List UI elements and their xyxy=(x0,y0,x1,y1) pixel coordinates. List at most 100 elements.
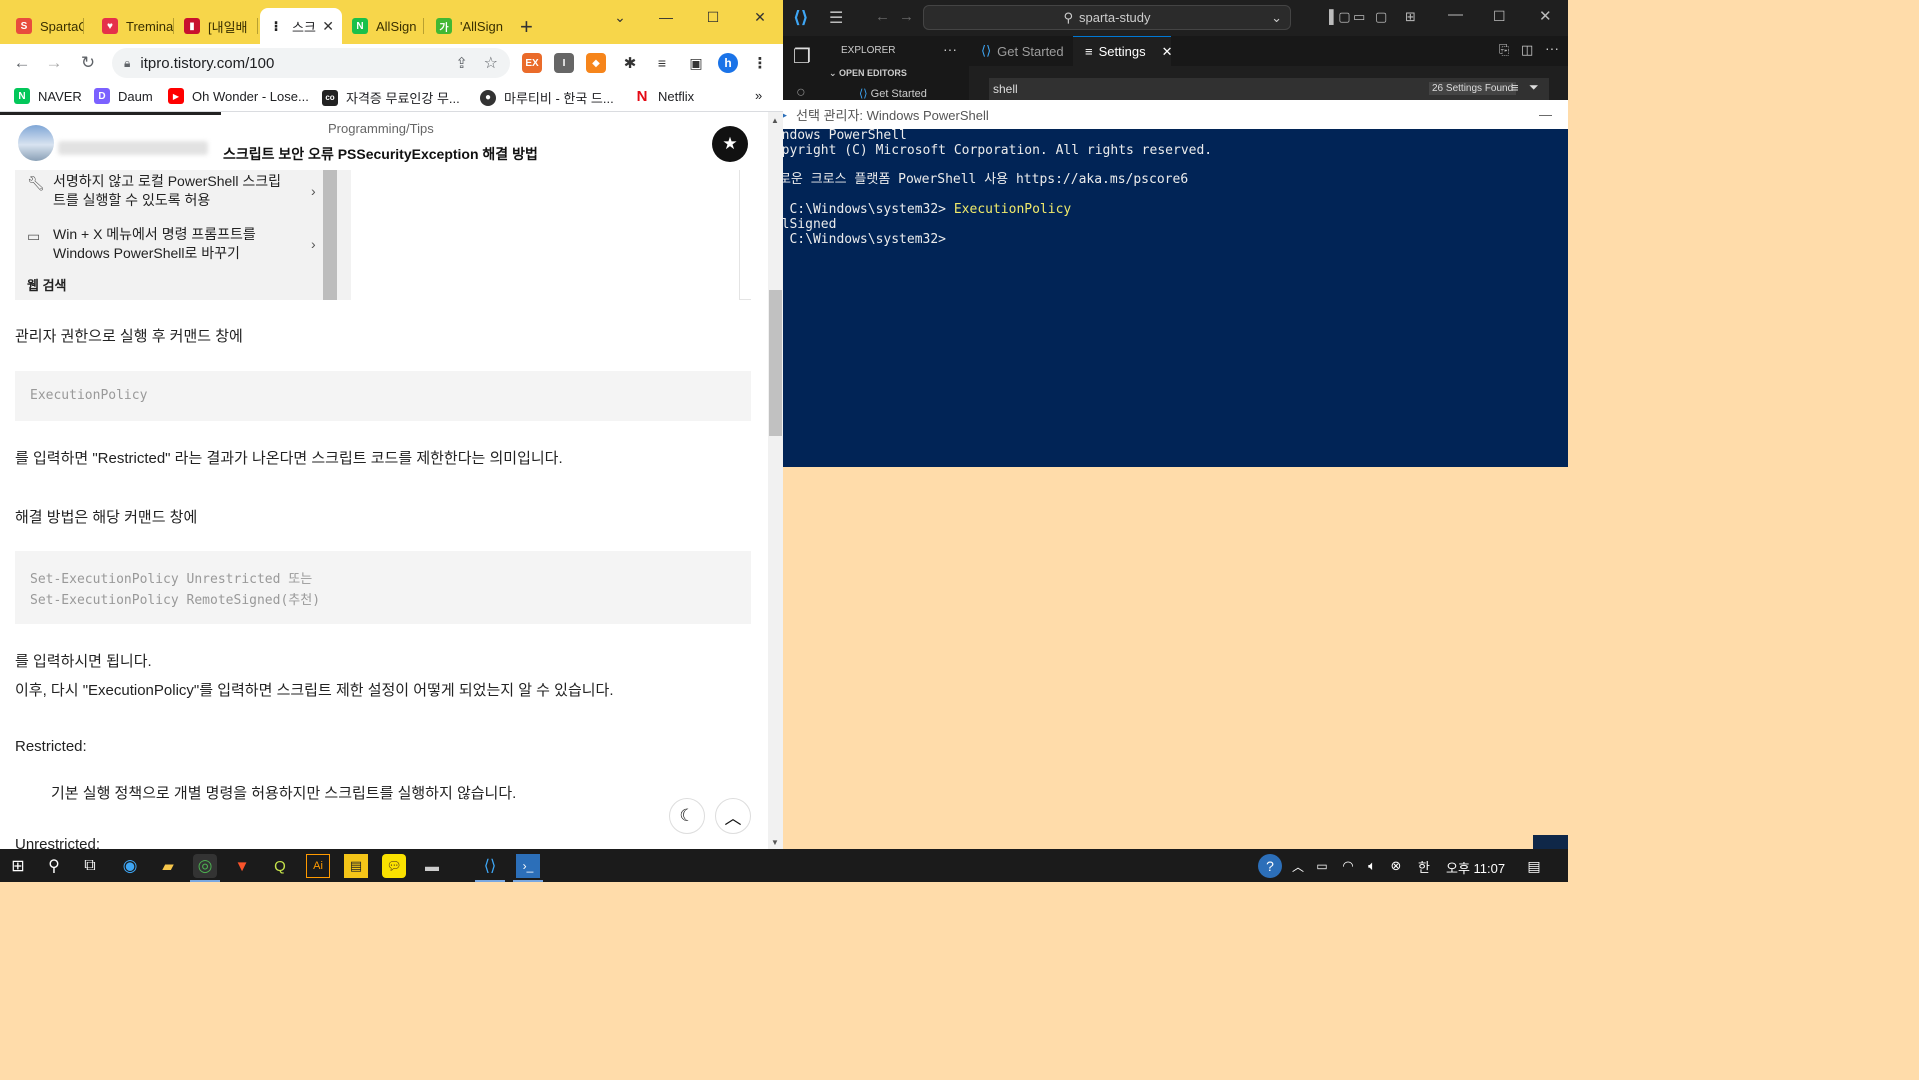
post-category[interactable]: Programming/Tips xyxy=(328,121,434,136)
clear-filter-icon[interactable]: ≡ xyxy=(1511,80,1519,95)
illustrator-icon[interactable]: Ai xyxy=(306,854,330,878)
scroll-down-arrow-icon[interactable]: ▼ xyxy=(771,838,779,847)
more-actions-icon[interactable]: ··· xyxy=(1545,40,1559,56)
windows-start-icon[interactable]: ⊞ xyxy=(6,854,30,878)
maximize-icon[interactable]: ☐ xyxy=(1493,8,1506,25)
volume-icon[interactable]: 🔈︎ xyxy=(1360,854,1384,878)
close-tab-icon[interactable]: ✕ xyxy=(322,18,334,35)
back-arrow-icon[interactable]: ← xyxy=(8,49,36,77)
brave-lion-icon[interactable]: ▼ xyxy=(230,854,254,878)
close-tab-icon[interactable]: ✕ xyxy=(1162,44,1173,60)
bookmark-certificate[interactable]: co 자격증 무료인강 무... xyxy=(322,88,460,107)
vscode-icon[interactable]: ⟨⟩ xyxy=(478,854,502,878)
sticky-notes-icon[interactable]: ▤ xyxy=(344,854,368,878)
bookmark-daum[interactable]: D Daum xyxy=(94,88,153,104)
filter-icon[interactable]: ⏷ xyxy=(1529,80,1539,95)
tab-search-chevron-icon[interactable]: ⌄ xyxy=(597,0,643,34)
page-scrollbar[interactable]: ▲ ▼ xyxy=(768,112,783,849)
profile-avatar[interactable]: h xyxy=(718,53,738,73)
close-window-icon[interactable]: ✕ xyxy=(737,0,783,34)
nav-forward-icon[interactable]: → xyxy=(899,8,914,25)
puzzle-extensions-icon[interactable]: ✱ xyxy=(620,53,640,73)
kakao-q-icon[interactable]: Q xyxy=(268,854,292,878)
naver-icon: N xyxy=(14,88,30,104)
share-icon[interactable]: ⇪ xyxy=(455,54,468,72)
minimize-icon[interactable]: — xyxy=(1539,107,1552,122)
metamask-fox-icon[interactable]: ◆ xyxy=(586,53,606,73)
powershell-icon[interactable]: ›_ xyxy=(516,854,540,878)
star-icon[interactable]: ★ xyxy=(712,126,748,162)
settings-search-bar[interactable]: shell 26 Settings Found ≡ ⏷ xyxy=(989,78,1549,100)
tab-allsign[interactable]: N AllSign xyxy=(344,8,424,44)
settings-search-input[interactable]: shell xyxy=(993,82,1018,96)
task-view-icon[interactable]: ⧉ xyxy=(78,854,102,878)
partial-window-edge xyxy=(1533,835,1568,849)
tab-settings[interactable]: ≡ Settings ✕ xyxy=(1073,36,1173,66)
bookmark-marutv[interactable]: ● 마루티비 - 한국 드... xyxy=(480,88,614,107)
tab-get-started[interactable]: ⟨⟩ Get Started xyxy=(969,36,1073,66)
tab-active-tistory[interactable]: ⁝ 스크 ✕ xyxy=(260,8,342,44)
side-panel-icon[interactable]: ▣ xyxy=(686,53,706,73)
open-editor-item[interactable]: ⟨⟩ Get Started xyxy=(859,87,927,100)
bookmark-youtube[interactable]: ▶ Oh Wonder - Lose... xyxy=(168,88,309,104)
notification-center-icon[interactable]: ▤ xyxy=(1522,854,1546,878)
tray-chevron-up-icon[interactable]: ︿ xyxy=(1286,854,1310,878)
search-activity-icon[interactable]: ○ xyxy=(796,84,806,100)
address-bar[interactable]: 🔒︎ itpro.tistory.com/100 ⇪ ☆ xyxy=(112,48,510,78)
toggle-sidebar-icon[interactable]: ▌▢ xyxy=(1329,9,1351,25)
file-explorer-icon[interactable]: ▰ xyxy=(156,854,180,878)
open-settings-json-icon[interactable]: ⎘ xyxy=(1499,42,1509,58)
more-actions-icon[interactable]: ··· xyxy=(943,41,957,57)
media-queue-icon[interactable]: ≡ xyxy=(652,53,672,73)
wifi-icon[interactable]: ◠ xyxy=(1336,854,1360,878)
search-icon[interactable]: ⚲ xyxy=(42,854,66,878)
reload-icon[interactable]: ↻ xyxy=(74,49,102,77)
explorer-sidebar: EXPLORER ··· ⌄ OPEN EDITORS ⟨⟩ Get Start… xyxy=(823,36,969,100)
terminal-icon[interactable]: ▬ xyxy=(420,854,444,878)
cancel-x-icon[interactable]: ⊗ xyxy=(1384,854,1408,878)
toggle-secondary-sidebar-icon[interactable]: ▢ xyxy=(1375,9,1387,25)
edge-browser-icon[interactable]: ◉ xyxy=(118,854,142,878)
nav-back-icon[interactable]: ← xyxy=(875,8,890,25)
explorer-files-icon[interactable]: ❐ xyxy=(793,44,811,69)
powershell-title: 선택 관리자: Windows PowerShell xyxy=(796,108,989,123)
code-block-executionpolicy: ExecutionPolicy xyxy=(15,371,751,421)
bookmarks-overflow[interactable]: » xyxy=(755,88,762,103)
ime-indicator[interactable]: 한 xyxy=(1412,854,1436,878)
minimize-icon[interactable]: — xyxy=(1448,6,1463,23)
dark-mode-moon-icon[interactable]: ☾ xyxy=(669,798,705,834)
close-window-icon[interactable]: ✕ xyxy=(1539,7,1552,25)
battery-icon[interactable]: ▭ xyxy=(1310,854,1334,878)
blog-avatar[interactable] xyxy=(18,125,54,161)
minimize-icon[interactable]: — xyxy=(643,0,689,34)
chrome-icon[interactable]: ◎ xyxy=(193,854,217,878)
scroll-top-chevron-icon[interactable]: ︿ xyxy=(715,798,751,834)
bookmark-naver[interactable]: N NAVER xyxy=(14,88,82,104)
bookmark-netflix[interactable]: N Netflix xyxy=(634,88,694,105)
heart-favicon-icon: ♥ xyxy=(102,18,118,34)
tab-naeil[interactable]: ▮ [내일배 xyxy=(176,8,258,44)
new-tab-icon[interactable]: + xyxy=(520,14,533,40)
maximize-icon[interactable]: ☐ xyxy=(690,0,736,34)
hamburger-menu-icon[interactable]: ☰ xyxy=(829,8,843,28)
toggle-panel-icon[interactable]: ▭ xyxy=(1353,9,1365,25)
open-editors-section[interactable]: ⌄ OPEN EDITORS xyxy=(829,68,907,79)
bookmark-star-icon[interactable]: ☆ xyxy=(484,53,498,73)
customize-layout-icon[interactable]: ⊞ xyxy=(1405,9,1416,25)
ex-extension-icon[interactable]: EX xyxy=(522,53,542,73)
help-question-icon[interactable]: ? xyxy=(1258,854,1282,878)
web-search-label: 웹 검색 xyxy=(27,278,67,293)
tab-spartac[interactable]: S SpartaC xyxy=(8,8,84,44)
split-editor-icon[interactable]: ◫ xyxy=(1521,42,1533,58)
kakaotalk-icon[interactable]: 💬︎ xyxy=(382,854,406,878)
scroll-up-arrow-icon[interactable]: ▲ xyxy=(771,116,779,125)
tab-tremina[interactable]: ♥ Tremina xyxy=(94,8,174,44)
tab-allsign-2[interactable]: 가 'AllSign xyxy=(428,8,508,44)
taskbar-clock[interactable]: 오후 11:07 xyxy=(1446,858,1505,877)
page-scrollbar-thumb[interactable] xyxy=(769,290,782,436)
reader-extension-icon[interactable]: I xyxy=(554,53,574,73)
powershell-console[interactable]: Windows PowerShell Copyright (C) Microso… xyxy=(783,128,1568,467)
more-menu-icon[interactable]: ⋮ xyxy=(750,53,770,73)
forward-arrow-icon[interactable]: → xyxy=(40,49,68,77)
command-center-search[interactable]: ⚲ sparta-study ⌄ xyxy=(923,5,1291,30)
